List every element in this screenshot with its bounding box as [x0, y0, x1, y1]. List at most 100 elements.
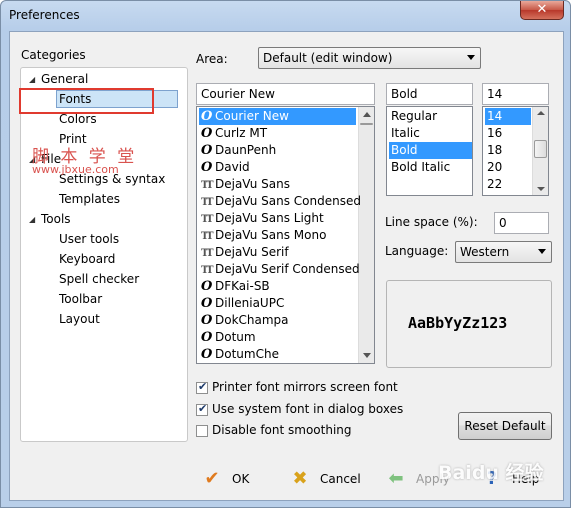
expand-triangle-icon[interactable]: ◢	[29, 75, 35, 84]
font-list-item[interactable]: O Dotum	[199, 329, 356, 346]
font-style-field[interactable]: Bold	[386, 83, 473, 105]
font-style-list[interactable]: Regular Italic Bold Bold Italic	[386, 106, 473, 196]
size-list-item[interactable]: 18	[485, 142, 531, 159]
font-size-list[interactable]: 14 16 18 20 22	[482, 106, 549, 196]
preferences-window: Preferences ✕ Categories General ◢ Fonts Co…	[0, 0, 571, 508]
font-list-item[interactable]: TT DejaVu Sans	[199, 176, 356, 193]
font-list[interactable]: O Courier New O Curlz MT O DaunPenh O David TT De…	[196, 106, 375, 364]
language-dropdown[interactable]: Western	[455, 241, 552, 263]
close-button[interactable]: ✕	[520, 1, 564, 20]
font-list-item-label: DejaVu Sans Condensed	[215, 194, 361, 208]
watermark-site-url: www.jbxue.com	[32, 163, 119, 176]
tree-item-tools[interactable]: Tools	[41, 210, 71, 228]
disable-smoothing-checkbox[interactable]	[196, 425, 208, 437]
font-list-item-label: Courier New	[215, 109, 289, 123]
font-name-value: Courier New	[201, 87, 275, 101]
tree-item-layout[interactable]: Layout	[59, 310, 100, 328]
size-list-item[interactable]: 14	[485, 108, 531, 125]
categories-tree[interactable]: General ◢ Fonts Colors Print File ◢ Settings & …	[20, 67, 188, 442]
font-list-item-label: DejaVu Sans Light	[215, 211, 324, 225]
font-list-item[interactable]: TT DejaVu Serif Condensed	[199, 261, 360, 278]
scroll-thumb[interactable]	[360, 123, 373, 125]
style-list-item[interactable]: Bold Italic	[389, 159, 472, 176]
scroll-down-icon[interactable]	[537, 187, 545, 191]
printer-mirrors-checkbox[interactable]: ✔	[196, 380, 208, 394]
truetype-font-icon: TT	[201, 180, 214, 191]
truetype-font-icon: TT	[201, 214, 214, 225]
tree-item-templates[interactable]: Templates	[59, 190, 120, 208]
tree-item-user-tools[interactable]: User tools	[59, 230, 119, 248]
font-name-field[interactable]: Courier New	[196, 83, 375, 105]
scroll-up-icon[interactable]	[363, 112, 371, 117]
font-size-field[interactable]: 14	[482, 83, 549, 105]
window-title: Preferences	[9, 8, 80, 22]
system-font-label[interactable]: Use system font in dialog boxes	[212, 402, 403, 416]
font-list-item[interactable]: O DilleniaUPC	[199, 295, 356, 312]
style-list-item[interactable]: Regular	[389, 108, 472, 125]
font-list-item[interactable]: O Courier New	[199, 108, 356, 125]
watermark-baidu: Baidu 经验	[438, 462, 544, 484]
font-list-item-label: DejaVu Serif Condensed	[215, 262, 360, 276]
style-list-item[interactable]: Bold	[389, 142, 472, 159]
font-size-value: 14	[487, 87, 503, 101]
opentype-font-icon: O	[201, 126, 213, 141]
font-list-item[interactable]: TT DejaVu Sans Mono	[199, 227, 356, 244]
font-list-item-label: DejaVu Sans Mono	[215, 228, 327, 242]
font-list-item[interactable]: TT DejaVu Sans Condensed	[199, 193, 361, 210]
language-label: Language:	[385, 244, 449, 258]
ok-button[interactable]: ✔ OK	[200, 464, 270, 494]
font-list-item-label: David	[215, 160, 250, 174]
font-list-item-label: DejaVu Sans	[215, 177, 290, 191]
opentype-font-icon: O	[201, 347, 213, 362]
opentype-font-icon: O	[201, 143, 213, 158]
size-list-scrollbar[interactable]	[532, 107, 548, 195]
font-list-item-label: DaunPenh	[215, 143, 277, 157]
style-list-item[interactable]: Italic	[389, 125, 472, 142]
font-list-item[interactable]: TT DejaVu Serif	[199, 244, 356, 261]
checkmark-icon: ✔	[198, 402, 208, 415]
font-list-item[interactable]: TT DejaVu Sans Light	[199, 210, 356, 227]
font-list-item[interactable]: O DFKai-SB	[199, 278, 356, 295]
size-list-item[interactable]: 20	[485, 159, 531, 176]
font-list-item-label: DilleniaUPC	[215, 296, 285, 310]
font-list-scrollbar[interactable]	[358, 107, 374, 363]
font-list-item-label: DFKai-SB	[215, 279, 270, 293]
tree-item-toolbar[interactable]: Toolbar	[59, 290, 102, 308]
tree-item-keyboard[interactable]: Keyboard	[59, 250, 115, 268]
arrow-left-icon: ⬅	[388, 468, 404, 489]
line-space-value: 0	[499, 216, 507, 230]
truetype-font-icon: TT	[201, 197, 214, 208]
area-dropdown[interactable]: Default (edit window)	[258, 47, 481, 69]
reset-default-button[interactable]: Reset Default	[458, 412, 552, 440]
disable-smoothing-label[interactable]: Disable font smoothing	[212, 423, 352, 437]
font-list-item[interactable]: O Curlz MT	[199, 125, 356, 142]
line-space-field[interactable]: 0	[494, 212, 549, 234]
cancel-button[interactable]: ✖ Cancel	[288, 464, 368, 494]
font-list-item[interactable]: O David	[199, 159, 356, 176]
cancel-label: Cancel	[320, 472, 361, 486]
fonts-highlight-annotation	[19, 88, 154, 114]
dialog-client-area: Categories General ◢ Fonts Colors Print File ◢…	[9, 31, 564, 501]
cancel-x-icon: ✖	[292, 468, 308, 489]
font-preview-box: AaBbYyZz123	[386, 280, 552, 368]
size-list-item[interactable]: 16	[485, 125, 531, 142]
truetype-font-icon: TT	[201, 248, 214, 259]
system-font-checkbox[interactable]: ✔	[196, 402, 208, 416]
font-list-item[interactable]: O DokChampa	[199, 312, 356, 329]
tree-item-spell-checker[interactable]: Spell checker	[59, 270, 139, 288]
scroll-down-icon[interactable]	[363, 353, 371, 358]
font-list-item[interactable]: O DaunPenh	[199, 142, 356, 159]
title-bar[interactable]: Preferences ✕	[1, 1, 570, 31]
font-list-item-label: DotumChe	[215, 347, 279, 361]
tree-item-general[interactable]: General	[41, 70, 88, 88]
size-list-item[interactable]: 22	[485, 176, 531, 193]
scroll-up-icon[interactable]	[537, 111, 545, 115]
font-list-item[interactable]: O DotumChe	[199, 346, 356, 363]
opentype-font-icon: O	[201, 279, 213, 294]
opentype-font-icon: O	[201, 313, 213, 328]
opentype-font-icon: O	[201, 330, 213, 345]
expand-triangle-icon[interactable]: ◢	[29, 215, 35, 224]
scroll-thumb[interactable]	[534, 140, 547, 158]
font-list-item-label: DejaVu Serif	[215, 245, 289, 259]
printer-mirrors-label[interactable]: Printer font mirrors screen font	[212, 380, 398, 394]
